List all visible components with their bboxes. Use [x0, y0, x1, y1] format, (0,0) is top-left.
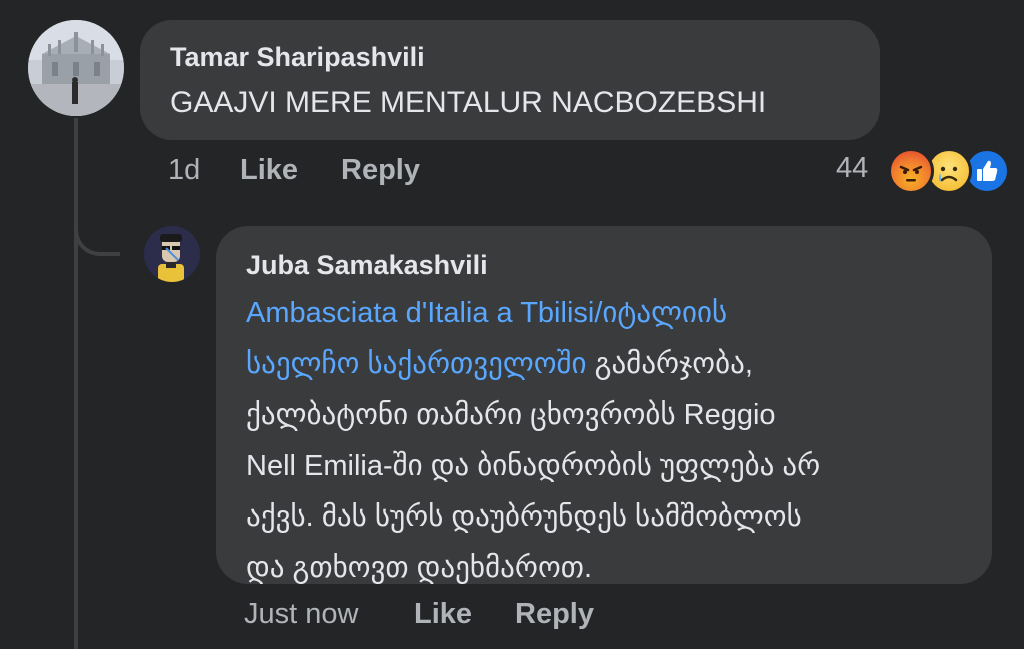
comment-bubble: Tamar Sharipashvili GAAJVI MERE MENTALUR… [140, 20, 880, 140]
cartoon-avatar-icon [144, 226, 200, 282]
comment-author[interactable]: Tamar Sharipashvili [170, 42, 425, 73]
comment-thread: Tamar Sharipashvili GAAJVI MERE MENTALUR… [0, 0, 1024, 649]
reply-author[interactable]: Juba Samakashvili [246, 250, 488, 281]
reply-text-segment: გამარჯობა, [586, 348, 753, 380]
comment-actions: 1d Like Reply [168, 154, 568, 194]
thread-connector-curve [74, 200, 120, 256]
reply-text-line: ქალბატონი თამარი ცხოვრობს Reggio [246, 399, 776, 431]
page-mention-link[interactable]: Ambasciata d'Italia a Tbilisi/იტალიის [246, 297, 727, 329]
reply-text-line: Nell Emilia-ში და ბინადრობის უფლება არ [246, 450, 821, 482]
reaction-summary[interactable]: 44 [836, 148, 1016, 194]
reply-bubble: Juba Samakashvili Ambasciata d'Italia a … [216, 226, 992, 584]
page-mention-link-continued[interactable]: საელჩო საქართველოში [246, 348, 587, 380]
comment-text: GAAJVI MERE MENTALUR NACBOZEBSHI [170, 86, 767, 119]
reply-button[interactable]: Reply [515, 598, 594, 631]
reply-text-line: აქვს. მას სურს დაუბრუნდეს სამშობლოს [246, 501, 802, 533]
angry-reaction-icon [888, 148, 934, 194]
thread-connector-line [74, 118, 78, 649]
reply-text-line: და გთხოვთ დაეხმაროთ. [246, 552, 593, 584]
reply-button[interactable]: Reply [341, 154, 420, 187]
like-button[interactable]: Like [240, 154, 298, 187]
reply-text: Ambasciata d'Italia a Tbilisi/იტალიის სა… [246, 288, 976, 594]
reaction-count: 44 [836, 152, 869, 184]
avatar[interactable] [28, 20, 124, 116]
avatar[interactable] [144, 226, 200, 282]
cathedral-photo-icon [28, 20, 124, 116]
reply-time[interactable]: Just now [244, 598, 358, 631]
reply-actions: Just now Like Reply [244, 598, 744, 638]
like-button[interactable]: Like [414, 598, 472, 631]
comment-time[interactable]: 1d [168, 154, 200, 187]
